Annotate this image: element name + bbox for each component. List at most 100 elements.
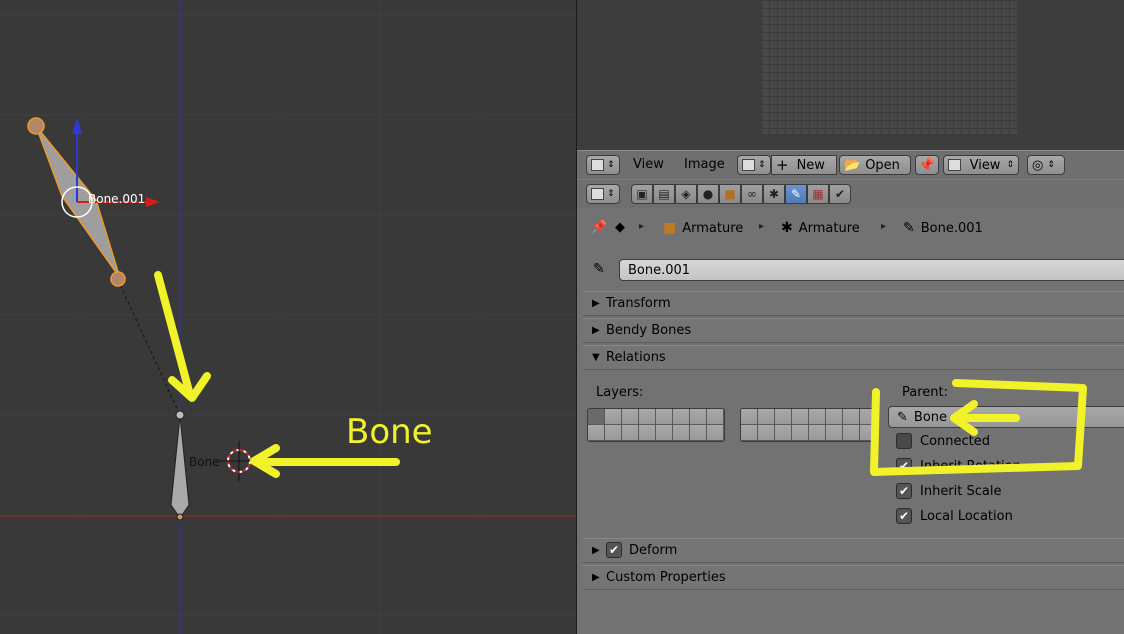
tab-render[interactable]: ▣: [631, 184, 653, 204]
pivot-select[interactable]: ◎ ⇕: [1027, 155, 1065, 175]
layer-toggle[interactable]: [588, 425, 605, 441]
layer-toggle[interactable]: [809, 425, 826, 441]
pivot-icon: ◎: [1032, 157, 1044, 173]
panel-custom-properties[interactable]: ▶ Custom Properties: [583, 565, 1124, 590]
layer-toggle[interactable]: [656, 409, 673, 425]
bone-layers-group-1[interactable]: [587, 408, 725, 442]
layer-toggle[interactable]: [673, 425, 690, 441]
tab-bone[interactable]: ✎: [785, 184, 807, 204]
inherit-rotation-checkbox[interactable]: ✔: [896, 458, 912, 474]
layer-toggle[interactable]: [843, 409, 860, 425]
tab-data[interactable]: ✱: [763, 184, 785, 204]
local-location-row[interactable]: ✔ Local Location: [896, 508, 1013, 524]
inherit-rotation-row[interactable]: ✔ Inherit Rotation: [896, 458, 1021, 474]
layers-label: Layers:: [596, 385, 644, 400]
tab-world[interactable]: ●: [697, 184, 719, 204]
bone-001-head[interactable]: [27, 117, 45, 135]
tab-object[interactable]: ■: [719, 184, 741, 204]
tab-render-layers[interactable]: ▤: [653, 184, 675, 204]
new-image-button[interactable]: + New: [771, 155, 837, 175]
layer-toggle[interactable]: [639, 409, 656, 425]
tab-scene[interactable]: ◈: [675, 184, 697, 204]
tab-bone-constraints[interactable]: ✔: [829, 184, 851, 204]
deform-checkbox[interactable]: ✔: [606, 542, 622, 558]
image-editor-icon: [591, 159, 604, 171]
properties-editor-type-button[interactable]: ⇕: [586, 184, 620, 204]
layer-toggle[interactable]: [741, 425, 758, 441]
layer-toggle[interactable]: [673, 409, 690, 425]
bone-001-tail[interactable]: [110, 271, 126, 287]
inherit-scale-checkbox[interactable]: ✔: [896, 483, 912, 499]
image-menu[interactable]: Image: [684, 157, 725, 172]
link-icon: ∞: [747, 187, 757, 201]
properties-header: ⇕ ▣ ▤ ◈ ● ■ ∞ ✱ ✎ ▦ ✔: [577, 179, 1124, 208]
local-location-checkbox[interactable]: ✔: [896, 508, 912, 524]
bone-tail[interactable]: [176, 513, 184, 521]
triangle-right-icon: ▶: [592, 298, 600, 309]
armature-icon: ✱: [768, 187, 780, 201]
layer-toggle[interactable]: [775, 409, 792, 425]
image-browse-button[interactable]: ⇕: [737, 155, 771, 175]
layer-toggle[interactable]: [843, 425, 860, 441]
inherit-scale-row[interactable]: ✔ Inherit Scale: [896, 483, 1001, 499]
editor-type-button[interactable]: ⇕: [586, 155, 620, 175]
parent-field[interactable]: ✎ Bone: [888, 406, 1124, 428]
3d-cursor[interactable]: [219, 441, 259, 481]
layer-toggle[interactable]: [758, 425, 775, 441]
layer-toggle[interactable]: [639, 425, 656, 441]
open-label: Open: [865, 157, 900, 173]
layer-toggle[interactable]: [622, 409, 639, 425]
panel-custom-properties-label: Custom Properties: [606, 570, 726, 585]
updown-icon: ⇕: [758, 160, 766, 170]
layer-toggle[interactable]: [707, 425, 724, 441]
open-image-button[interactable]: 📂 Open: [839, 155, 911, 175]
panel-deform[interactable]: ▶ ✔ Deform: [583, 538, 1124, 563]
new-label: New: [796, 157, 825, 173]
view-menu[interactable]: View: [633, 157, 664, 172]
panel-bendy-bones-label: Bendy Bones: [606, 323, 692, 338]
inherit-scale-label: Inherit Scale: [920, 483, 1002, 499]
layer-toggle[interactable]: [826, 409, 843, 425]
chevron-right-icon: ▸: [639, 221, 645, 232]
panel-deform-label: Deform: [629, 543, 678, 558]
layer-toggle[interactable]: [622, 425, 639, 441]
triangle-right-icon: ▶: [592, 572, 600, 583]
bone-001-label: Bone.001: [88, 192, 145, 206]
bone-head[interactable]: [175, 410, 185, 420]
connected-row[interactable]: Connected: [896, 433, 990, 449]
relations-panel-body: Layers: Parent:: [583, 370, 1124, 536]
panel-transform-label: Transform: [606, 296, 671, 311]
layer-toggle[interactable]: [707, 409, 724, 425]
bone-name-field[interactable]: Bone.001: [619, 259, 1124, 281]
connected-checkbox[interactable]: [896, 433, 912, 449]
layer-toggle[interactable]: [588, 409, 605, 425]
pin-icon[interactable]: 📌: [591, 220, 607, 235]
layer-toggle[interactable]: [656, 425, 673, 441]
tab-constraints[interactable]: ∞: [741, 184, 763, 204]
triangle-right-icon: ▶: [592, 545, 600, 556]
layer-toggle[interactable]: [809, 409, 826, 425]
3d-viewport[interactable]: Bone.001 Bone: [0, 0, 577, 634]
layer-toggle[interactable]: [826, 425, 843, 441]
layer-toggle[interactable]: [605, 425, 622, 441]
layer-toggle[interactable]: [690, 425, 707, 441]
view-mode-select[interactable]: View ⇕: [943, 155, 1019, 175]
layer-toggle[interactable]: [605, 409, 622, 425]
pin-button[interactable]: 📌: [915, 155, 939, 175]
panel-bendy-bones[interactable]: ▶ Bendy Bones: [583, 318, 1124, 343]
layer-toggle[interactable]: [792, 409, 809, 425]
layer-toggle[interactable]: [758, 409, 775, 425]
layer-toggle[interactable]: [860, 425, 877, 441]
bone-layers-group-2[interactable]: [740, 408, 878, 442]
layer-toggle[interactable]: [775, 425, 792, 441]
image-editor-area[interactable]: [577, 0, 1124, 150]
layer-toggle[interactable]: [860, 409, 877, 425]
bone-shape[interactable]: [170, 415, 190, 519]
layer-toggle[interactable]: [690, 409, 707, 425]
layer-toggle[interactable]: [792, 425, 809, 441]
layer-toggle[interactable]: [741, 409, 758, 425]
panel-transform[interactable]: ▶ Transform: [583, 291, 1124, 316]
gizmo-x-arrow[interactable]: [146, 197, 160, 207]
tab-material[interactable]: ▦: [807, 184, 829, 204]
panel-relations[interactable]: ▼ Relations: [583, 345, 1124, 370]
